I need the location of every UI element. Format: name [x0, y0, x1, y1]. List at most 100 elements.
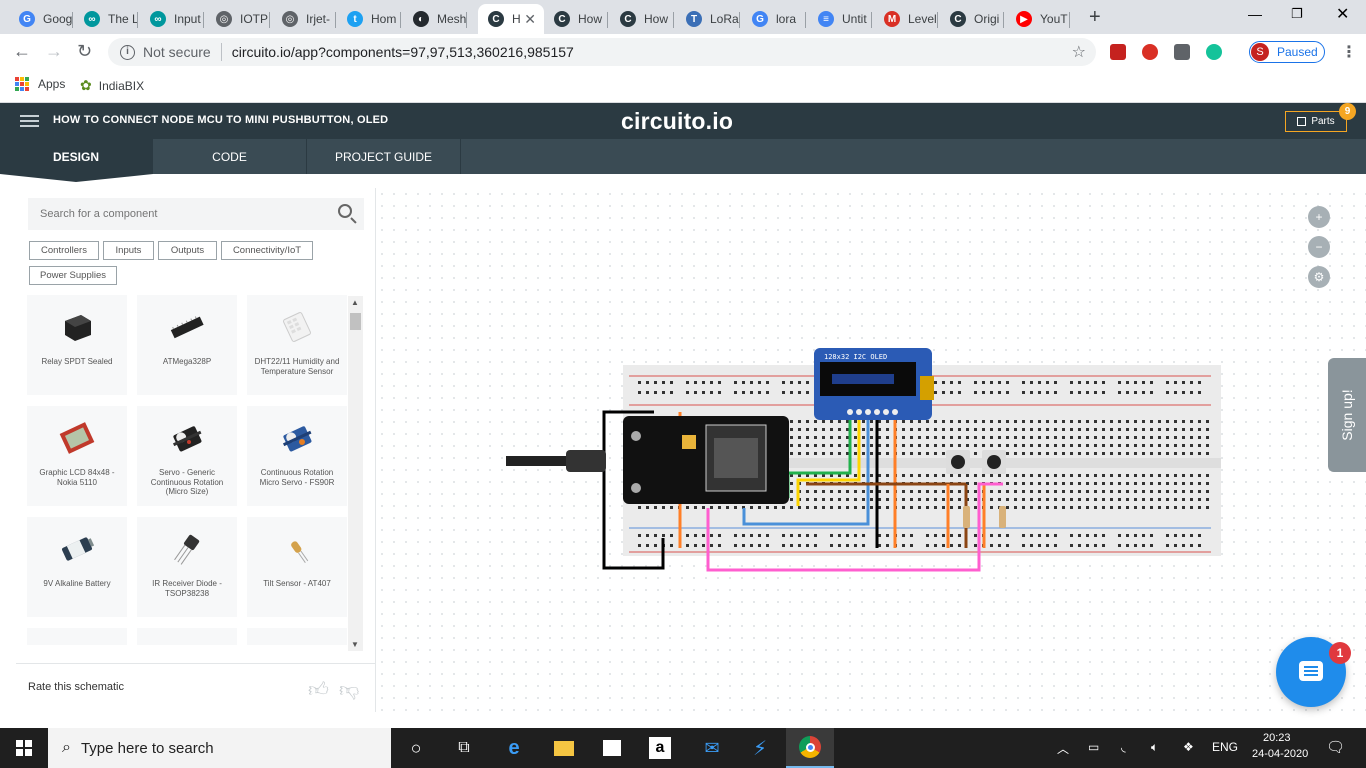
browser-tab[interactable]: ≡ Untit: [808, 4, 872, 34]
grammarly-icon[interactable]: [1206, 44, 1222, 60]
zoom-out-icon[interactable]: −: [1308, 236, 1330, 258]
component-scrollbar[interactable]: ▲ ▼: [348, 296, 363, 651]
address-bar[interactable]: i Not secure circuito.io/app?components=…: [108, 38, 1096, 66]
browser-tab[interactable]: ◐ Mesh: [403, 4, 467, 34]
info-icon[interactable]: i: [120, 44, 135, 60]
cortana-icon[interactable]: ○: [392, 728, 440, 768]
component-card[interactable]: Graphic LCD 84x48 - Nokia 5110: [27, 406, 127, 506]
reload-icon[interactable]: ↻: [77, 41, 92, 62]
vscode-icon[interactable]: ⚡: [736, 728, 784, 768]
zoom-in-icon[interactable]: +: [1308, 206, 1330, 228]
clock-time[interactable]: 20:23: [1263, 732, 1291, 744]
minimize-button[interactable]: —: [1248, 6, 1262, 22]
component-card[interactable]: Tilt Sensor - AT407: [247, 517, 347, 617]
parts-button[interactable]: Parts: [1285, 111, 1347, 132]
site-icon: t: [347, 11, 363, 27]
component-card[interactable]: ATMega328P: [137, 295, 237, 395]
settings-gear-icon[interactable]: ⚙: [1308, 266, 1330, 288]
chrome-taskbar-icon[interactable]: [786, 728, 834, 768]
browser-tab[interactable]: M Level: [874, 4, 938, 34]
browser-tab[interactable]: ∞ The L: [74, 4, 138, 34]
mail-icon[interactable]: ✉: [688, 728, 736, 768]
tab-project-guide[interactable]: PROJECT GUIDE: [307, 139, 461, 174]
store-icon[interactable]: [588, 728, 636, 768]
notifications-icon[interactable]: 🗨︎: [1326, 738, 1345, 756]
component-label: Continuous Rotation Micro Servo - FS90R: [259, 468, 335, 487]
filter-controllers[interactable]: Controllers: [29, 241, 99, 260]
tab-design[interactable]: DESIGN: [0, 139, 153, 182]
show-hidden-icons[interactable]: ︿: [1057, 740, 1069, 757]
component-card[interactable]: Relay SPDT Sealed: [27, 295, 127, 395]
edge-icon[interactable]: e: [490, 728, 538, 768]
thumbs-up-icon[interactable]: 👍︎: [308, 678, 329, 702]
search-icon[interactable]: [338, 204, 352, 218]
close-window-button[interactable]: ✕: [1336, 4, 1349, 24]
bookmark-indiabix[interactable]: ✿ IndiaBIX: [80, 77, 144, 94]
browser-tab[interactable]: Glora: [742, 4, 806, 34]
bookmark-apps[interactable]: Apps: [15, 77, 65, 91]
scroll-up-icon[interactable]: ▲: [351, 298, 359, 307]
taskbar-search[interactable]: ⌕ Type here to search: [48, 728, 391, 768]
scroll-thumb[interactable]: [350, 313, 361, 330]
circuito-icon: C: [554, 11, 570, 27]
browser-tab[interactable]: ▶ YouT: [1006, 4, 1070, 34]
browser-menu-icon[interactable]: ⋮: [1341, 42, 1357, 62]
scroll-down-icon[interactable]: ▼: [351, 640, 359, 649]
component-card[interactable]: IR Receiver Diode - TSOP38238: [137, 517, 237, 617]
file-explorer-icon[interactable]: [540, 728, 588, 768]
browser-tab[interactable]: G Goog: [9, 4, 73, 34]
extension-icon[interactable]: [1142, 44, 1158, 60]
browser-tab[interactable]: C How: [610, 4, 674, 34]
browser-tab[interactable]: T LoRa: [676, 4, 740, 34]
sign-up-tab[interactable]: Sign up!: [1328, 358, 1366, 472]
filter-outputs[interactable]: Outputs: [158, 241, 217, 260]
apps-grid-icon: [15, 77, 29, 91]
component-card[interactable]: DHT22/11 Humidity and Temperature Sensor: [247, 295, 347, 395]
new-tab-button[interactable]: +: [1089, 6, 1101, 29]
back-icon[interactable]: ←: [13, 41, 31, 62]
filter-connectivity[interactable]: Connectivity/IoT: [221, 241, 313, 260]
filter-power-supplies[interactable]: Power Supplies: [29, 266, 117, 285]
close-tab-icon[interactable]: ✕: [524, 11, 536, 28]
component-card[interactable]: [27, 628, 127, 645]
browser-tab[interactable]: t Hom: [337, 4, 401, 34]
extension-icon[interactable]: [1174, 44, 1190, 60]
url-text[interactable]: circuito.io/app?components=97,97,513,360…: [232, 44, 574, 60]
search-input[interactable]: [40, 208, 320, 220]
circuito-icon: C: [950, 11, 966, 27]
design-canvas[interactable]: 128x32 I2C OLED + − ⚙: [376, 188, 1366, 712]
amazon-icon[interactable]: a: [636, 728, 684, 768]
browser-tab-title: YouT: [1040, 12, 1068, 26]
browser-tab[interactable]: C How: [544, 4, 608, 34]
browser-tab[interactable]: ∞ Input: [140, 4, 204, 34]
bookmark-star-icon[interactable]: ☆: [1072, 42, 1086, 62]
app-header: HOW TO CONNECT NODE MCU TO MINI PUSHBUTT…: [0, 103, 1366, 139]
hamburger-menu-icon[interactable]: [20, 115, 39, 127]
component-card[interactable]: [137, 628, 237, 645]
battery-icon[interactable]: ▭: [1088, 740, 1099, 754]
browser-tab[interactable]: C Origi: [940, 4, 1004, 34]
language-indicator[interactable]: ENG: [1212, 740, 1238, 754]
maximize-button[interactable]: ❐: [1291, 6, 1303, 22]
extension-icon[interactable]: [1110, 44, 1126, 60]
tab-code[interactable]: CODE: [153, 139, 307, 174]
browser-tab[interactable]: ◎ Irjet-: [272, 4, 336, 34]
component-card[interactable]: [247, 628, 347, 645]
component-card[interactable]: 9V Alkaline Battery: [27, 517, 127, 617]
browser-tab[interactable]: ◎ IOTP: [206, 4, 270, 34]
wifi-icon[interactable]: ◟: [1121, 740, 1126, 754]
profile-button[interactable]: S Paused: [1249, 41, 1325, 63]
filter-inputs[interactable]: Inputs: [103, 241, 154, 260]
forward-icon[interactable]: →: [45, 41, 63, 62]
component-card[interactable]: Servo - Generic Continuous Rotation (Mic…: [137, 406, 237, 506]
browser-tab[interactable]: C H ✕: [478, 4, 544, 34]
component-card[interactable]: Continuous Rotation Micro Servo - FS90R: [247, 406, 347, 506]
dropbox-icon[interactable]: ❖: [1183, 740, 1194, 754]
clock-date[interactable]: 24-04-2020: [1252, 748, 1308, 760]
thumbs-down-icon[interactable]: 👎︎: [339, 678, 359, 702]
task-view-icon[interactable]: ⧉: [440, 728, 488, 768]
breadboard-schematic[interactable]: 128x32 I2C OLED: [376, 188, 1366, 712]
windows-start-icon[interactable]: [0, 728, 48, 768]
volume-icon[interactable]: 🔈︎: [1151, 740, 1158, 755]
brand-logo[interactable]: circuito.io: [621, 108, 733, 135]
